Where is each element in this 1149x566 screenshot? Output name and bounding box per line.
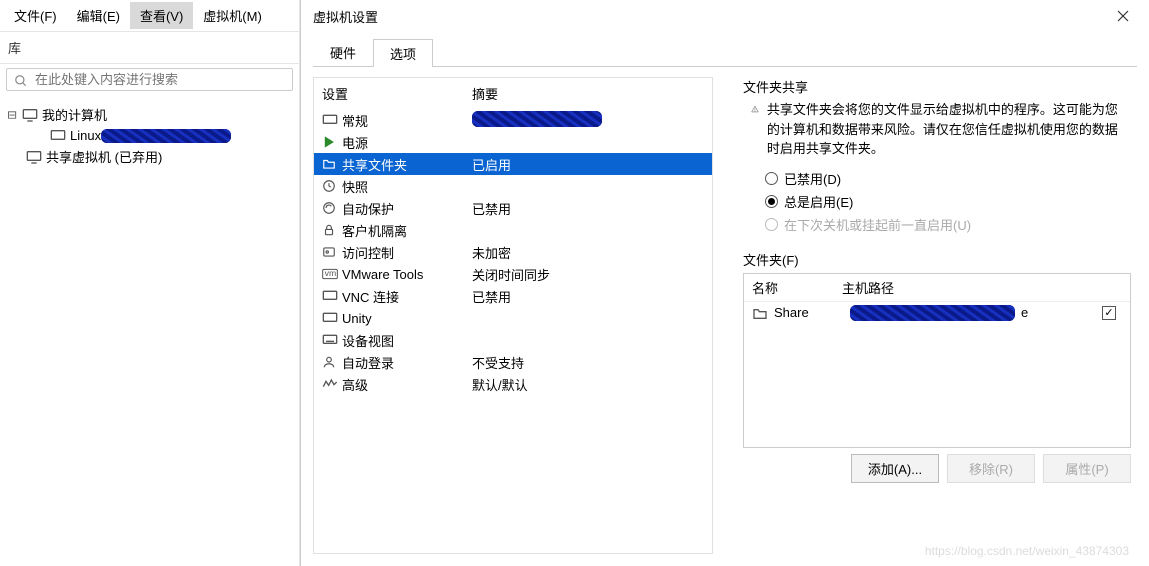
option-vnc[interactable]: VNC 连接 已禁用 [314,285,712,307]
radio-icon [765,218,778,231]
library-title: 库 [0,31,299,64]
radio-icon [765,172,778,185]
library-tree: 我的计算机 Linux 共享虚拟机 (已弃用) [0,99,299,172]
option-autologin[interactable]: 自动登录 不受支持 [314,351,712,373]
options-list: 设置 摘要 常规 电源 共享文件夹 [313,77,713,554]
shield-icon [322,201,336,215]
folder-properties-button[interactable]: 属性(P) [1043,454,1131,483]
tree-label: 共享虚拟机 (已弃用) [46,147,162,166]
folder-icon [752,306,768,320]
share-group-title: 文件夹共享 [743,77,1131,96]
folder-name: Share [774,305,844,320]
menu-bar: 文件(F) 编辑(E) 查看(V) 虚拟机(M) [0,0,299,31]
radio-until-shutdown[interactable]: 在下次关机或挂起前一直启用(U) [743,213,1131,236]
folders-listbox[interactable]: 名称 主机路径 Share e [743,273,1131,448]
lock-icon [322,223,336,237]
redacted-text [101,129,231,143]
vm-icon [50,129,66,143]
tree-label: 我的计算机 [42,105,107,124]
folders-col-name: 名称 [752,278,842,297]
remove-folder-button[interactable]: 移除(R) [947,454,1035,483]
folder-path-tail: e [1021,305,1028,320]
dialog-tabs: 硬件 选项 [313,38,1137,67]
tab-options[interactable]: 选项 [373,39,433,67]
folders-group-title: 文件夹(F) [743,250,1131,269]
radio-always[interactable]: 总是启用(E) [743,190,1131,213]
svg-text:vm: vm [325,268,337,278]
radio-icon [765,195,778,208]
option-general[interactable]: 常规 [314,109,712,131]
option-power[interactable]: 电源 [314,131,712,153]
option-unity[interactable]: Unity [314,307,712,329]
key-icon [322,245,336,259]
tree-collapse-icon[interactable] [6,109,18,121]
close-button[interactable] [1103,4,1143,28]
col-header-setting: 设置 [322,84,472,103]
add-folder-button[interactable]: 添加(A)... [851,454,939,483]
option-device-view[interactable]: 设备视图 [314,329,712,351]
radio-disabled[interactable]: 已禁用(D) [743,167,1131,190]
folder-icon [322,157,336,171]
menu-vm[interactable]: 虚拟机(M) [193,2,272,29]
vnc-icon [322,290,338,302]
tree-linux-vm[interactable]: Linux [6,126,293,145]
option-guest-isolation[interactable]: 客户机隔离 [314,219,712,241]
folders-col-path: 主机路径 [842,278,1122,297]
play-icon [322,135,336,149]
dialog-title: 虚拟机设置 [313,7,378,26]
redacted-text [850,305,1015,321]
tab-hardware[interactable]: 硬件 [313,38,373,66]
option-shared-folders[interactable]: 共享文件夹 已启用 [314,153,712,175]
options-list-header: 设置 摘要 [314,78,712,109]
folder-row[interactable]: Share e [744,302,1130,324]
warning-icon [751,100,759,118]
tree-my-computer[interactable]: 我的计算机 [6,103,293,126]
search-icon [14,74,28,88]
option-advanced[interactable]: 高级 默认/默认 [314,373,712,395]
option-access-control[interactable]: 访问控制 未加密 [314,241,712,263]
vmware-icon: vm [322,268,338,280]
monitor-icon [26,150,42,164]
clock-icon [322,179,336,193]
option-autoprotect[interactable]: 自动保护 已禁用 [314,197,712,219]
library-search-input[interactable] [6,68,293,91]
advanced-icon [322,378,338,390]
tree-label: Linux [70,128,101,143]
monitor-icon [322,114,338,126]
share-notice-text: 共享文件夹会将您的文件显示给虚拟机中的程序。这可能为您的计算机和数据带来风险。请… [767,100,1127,159]
monitor-icon [22,108,38,122]
option-snapshot[interactable]: 快照 [314,175,712,197]
close-icon [1117,10,1129,22]
option-vmware-tools[interactable]: vm VMware Tools 关闭时间同步 [314,263,712,285]
col-header-summary: 摘要 [472,84,498,103]
folder-enabled-checkbox[interactable] [1102,306,1116,320]
device-icon [322,334,338,346]
unity-icon [322,312,338,324]
user-icon [322,355,336,369]
tree-shared-vms[interactable]: 共享虚拟机 (已弃用) [6,145,293,168]
menu-file[interactable]: 文件(F) [4,2,67,29]
menu-view[interactable]: 查看(V) [130,2,193,29]
menu-edit[interactable]: 编辑(E) [67,2,130,29]
dialog-title-bar: 虚拟机设置 [301,0,1149,32]
redacted-text [472,111,602,127]
